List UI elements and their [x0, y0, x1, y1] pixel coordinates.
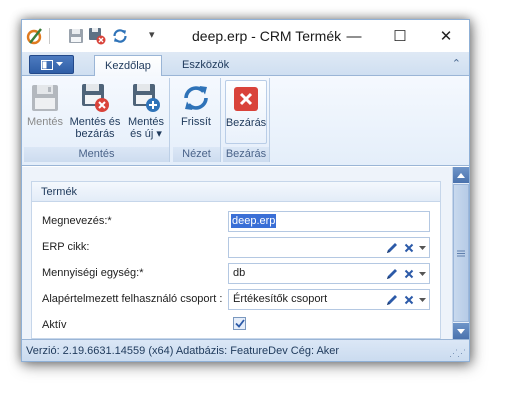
save-and-close-label-line2: bezárás — [75, 128, 115, 140]
unit-value: db — [233, 267, 246, 279]
qat-customize-dropdown[interactable]: ▾ — [149, 28, 155, 41]
group-label-mentes: Mentés — [24, 147, 169, 162]
app-menu-icon — [40, 59, 53, 70]
qat-separator — [49, 28, 50, 44]
name-input[interactable]: deep.erp — [228, 211, 430, 232]
default-group-label: Alapértelmezett felhasználó csoport : — [42, 293, 223, 305]
save-and-close-label-line1: Mentés és — [69, 116, 121, 128]
ribbon-panel: Mentés Mentés és bezárás Mentés és új ▾ Me… — [22, 76, 469, 166]
arrow-up-icon — [457, 172, 465, 178]
erp-item-actions — [385, 241, 426, 255]
floppy-disk-icon — [32, 85, 58, 111]
save-and-new-label-line1: Mentés — [127, 116, 165, 128]
close-red-icon — [234, 87, 258, 111]
qat-refresh-icon[interactable] — [111, 27, 129, 45]
scroll-up-button[interactable] — [453, 167, 469, 183]
status-text: Verzió: 2.19.6631.14559 (x64) Adatbázis:… — [26, 345, 340, 357]
group-label-bezaras: Bezárás — [223, 147, 269, 162]
clear-icon[interactable] — [404, 295, 414, 305]
save-and-new-button[interactable]: Mentés és új ▾ — [126, 80, 166, 144]
erp-item-lookup[interactable] — [228, 237, 430, 258]
window-title: deep.erp - CRM Termék — [192, 28, 342, 44]
active-label: Aktív — [42, 319, 67, 331]
resize-grip-icon[interactable]: ⋰⋰ — [449, 348, 466, 359]
form-content: Termék Megnevezés:* deep.erp ERP cikk: M… — [22, 167, 452, 339]
arrow-down-icon — [457, 328, 465, 334]
default-group-actions — [385, 293, 426, 307]
collapse-ribbon-icon[interactable]: ⌃ — [452, 57, 461, 70]
qat-save-icon[interactable] — [67, 27, 85, 45]
close-window-button[interactable]: ✕ — [423, 20, 469, 52]
vertical-scrollbar[interactable] — [452, 167, 469, 339]
save-and-new-label: Mentés és új ▾ — [128, 116, 164, 140]
ribbon-group-nezet: Frissít Nézet — [173, 78, 221, 162]
app-window: ▾ deep.erp - CRM Termék — ☐ ✕ Kezdőlap E… — [21, 19, 470, 362]
chevron-down-icon — [55, 62, 63, 66]
scroll-down-button[interactable] — [453, 323, 469, 339]
save-and-close-button[interactable]: Mentés és bezárás — [68, 80, 122, 144]
refresh-button[interactable]: Frissít — [176, 80, 216, 144]
app-logo-icon — [26, 28, 42, 45]
scroll-thumb[interactable] — [453, 184, 469, 322]
ribbon-tab-bar: Kezdőlap Eszközök ⌃ — [22, 52, 469, 77]
unit-lookup[interactable]: db — [228, 263, 430, 284]
chevron-down-icon[interactable] — [419, 297, 426, 303]
save-and-new-label-line2: és új ▾ — [130, 128, 162, 140]
chevron-down-icon[interactable] — [419, 271, 426, 277]
clear-icon[interactable] — [404, 243, 414, 253]
name-label: Megnevezés:* — [42, 215, 112, 227]
group-label-nezet: Nézet — [173, 147, 220, 162]
default-group-value: Értékesítők csoport — [233, 293, 328, 305]
ribbon-group-mentes: Mentés Mentés és bezárás Mentés és új ▾ Me… — [24, 78, 170, 162]
grip-lines-icon — [457, 250, 465, 256]
close-label: Bezárás — [225, 117, 267, 129]
save-label: Mentés — [26, 116, 64, 128]
form-row-erp-item: ERP cikk: — [32, 237, 440, 259]
form-row-default-group: Alapértelmezett felhasználó csoport : Ér… — [32, 289, 440, 311]
unit-label: Mennyiségi egység:* — [42, 267, 144, 279]
pencil-icon[interactable] — [385, 267, 399, 281]
form-row-active: Aktív — [32, 315, 440, 337]
name-value: deep.erp — [231, 214, 277, 228]
pencil-icon[interactable] — [385, 241, 399, 255]
refresh-icon — [184, 86, 208, 110]
section-title: Termék — [32, 182, 440, 202]
active-checkbox[interactable] — [233, 317, 246, 330]
status-bar: Verzió: 2.19.6631.14559 (x64) Adatbázis:… — [22, 339, 469, 361]
clear-icon[interactable] — [404, 269, 414, 279]
close-button[interactable]: Bezárás — [225, 80, 267, 144]
ribbon-group-bezaras: Bezárás Bezárás — [223, 78, 270, 162]
erp-item-label: ERP cikk: — [42, 241, 90, 253]
maximize-button[interactable]: ☐ — [377, 20, 423, 52]
save-and-close-label: Mentés és bezárás — [70, 116, 121, 140]
tab-kezdolap[interactable]: Kezdőlap — [94, 55, 162, 77]
checkmark-icon — [234, 319, 245, 328]
qat-save-close-icon[interactable] — [88, 27, 106, 45]
pencil-icon[interactable] — [385, 293, 399, 307]
refresh-label: Frissít — [181, 116, 211, 128]
minimize-button[interactable]: — — [331, 20, 377, 52]
tab-eszkozok[interactable]: Eszközök — [172, 55, 239, 77]
save-button[interactable]: Mentés — [26, 80, 64, 144]
application-menu-button[interactable] — [29, 55, 74, 74]
save-new-icon — [133, 84, 160, 112]
title-bar: ▾ deep.erp - CRM Termék — ☐ ✕ — [22, 20, 469, 52]
unit-actions — [385, 267, 426, 281]
chevron-down-icon[interactable] — [419, 245, 426, 251]
form-row-name: Megnevezés:* deep.erp — [32, 211, 440, 233]
product-section: Termék Megnevezés:* deep.erp ERP cikk: M… — [31, 181, 441, 339]
save-close-icon — [82, 84, 109, 112]
form-row-unit: Mennyiségi egység:* db — [32, 263, 440, 285]
default-group-lookup[interactable]: Értékesítők csoport — [228, 289, 430, 310]
